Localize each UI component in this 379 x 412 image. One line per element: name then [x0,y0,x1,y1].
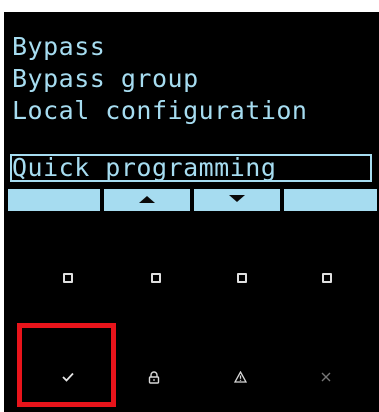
function-button-4-square-icon[interactable] [322,273,332,283]
menu-item-bypass-group[interactable]: Bypass group [12,64,199,94]
warning-button[interactable] [220,362,260,392]
triangle-down-icon [229,195,245,202]
triangle-up-icon [139,196,155,203]
close-icon [321,372,331,382]
softkey-1[interactable] [8,189,100,211]
lock-icon [148,370,160,384]
lock-button[interactable] [134,362,174,392]
cancel-button[interactable] [306,362,346,392]
softkey-4[interactable] [284,189,377,211]
softkey-down[interactable] [194,189,280,211]
warning-icon [233,371,247,383]
lcd-display: Bypass Bypass group Local configuration … [10,32,372,188]
function-button-2-square-icon[interactable] [151,273,161,283]
highlight-box [17,323,116,407]
menu-item-bypass[interactable]: Bypass [12,32,105,62]
function-button-3-square-icon[interactable] [237,273,247,283]
softkey-bar [8,189,377,211]
menu-item-quick-programming-selected[interactable]: Quick programming [10,154,372,182]
softkey-up[interactable] [104,189,190,211]
menu-item-local-configuration[interactable]: Local configuration [12,96,307,126]
function-button-1-square-icon[interactable] [63,273,73,283]
menu-item-label: Quick programming [12,153,277,182]
